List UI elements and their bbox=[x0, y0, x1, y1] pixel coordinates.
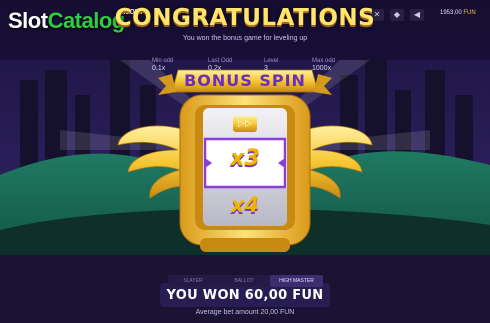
stat-last-odd: Last Odd 0.2x bbox=[208, 58, 248, 72]
fast-forward-icon[interactable]: ▷▷ bbox=[233, 117, 257, 131]
stat-max-odd: Max odd 1000x bbox=[312, 58, 352, 72]
balance-amount: 1953,00 bbox=[440, 10, 462, 16]
stat-label: Min odd bbox=[152, 58, 174, 64]
bonus-subtitle: You won the bonus game for leveling up bbox=[182, 35, 308, 42]
tab-high-master[interactable]: HIGH MASTER bbox=[270, 275, 323, 287]
stat-level: Level 3 bbox=[264, 58, 304, 72]
balance-display: 1953,00 FUN bbox=[440, 10, 476, 16]
stat-min-odd: Min odd 0.1x bbox=[152, 58, 192, 72]
close-icon[interactable]: ✕ bbox=[370, 9, 384, 21]
gamepad-icon[interactable]: ◆ bbox=[390, 9, 404, 21]
win-amount: YOU WON 60,00 FUN bbox=[166, 288, 324, 303]
bonus-spin-banner: BONUS SPIN bbox=[184, 71, 306, 90]
sound-icon[interactable]: ◀ bbox=[410, 9, 424, 21]
stat-label: Max odd bbox=[312, 58, 336, 64]
balance-currency: FUN bbox=[463, 10, 476, 16]
average-bet: Average bet amount 20,00 FUN bbox=[195, 309, 295, 316]
reel-selected-multiplier: x3 bbox=[230, 146, 260, 171]
mode-tabs: SLAYER BALLOT HIGH MASTER bbox=[168, 275, 323, 287]
game-scene: SlotCatalog .com CONGRATULATIONS You won… bbox=[0, 0, 490, 323]
stat-label: Last Odd bbox=[208, 58, 233, 64]
reel-next-multiplier: x4 bbox=[230, 193, 260, 217]
stat-label: Level bbox=[264, 58, 279, 64]
tab-slayer[interactable]: SLAYER bbox=[168, 275, 218, 287]
tab-ballot[interactable]: BALLOT bbox=[218, 275, 270, 287]
